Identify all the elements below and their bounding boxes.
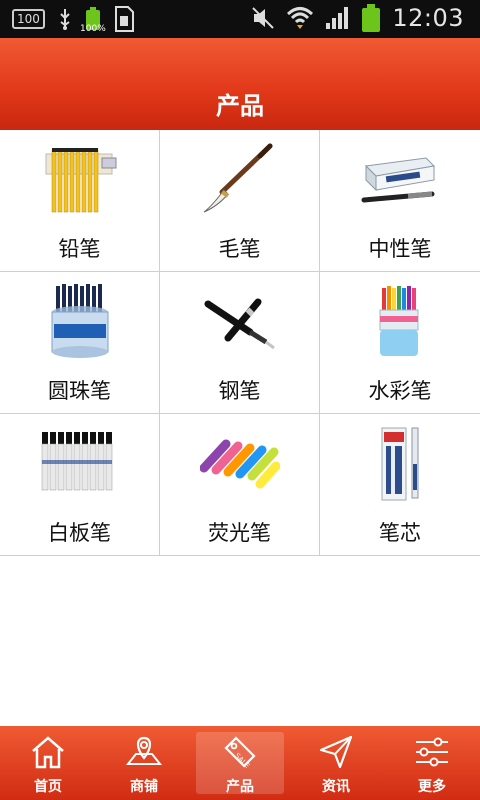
product-label: 荧光笔 — [208, 521, 271, 545]
ballpoint-pen-tub-image — [51, 284, 109, 358]
highlighter-set-image — [200, 439, 280, 489]
clock: 12:03 — [392, 4, 464, 32]
tab-more[interactable]: 更多 — [384, 726, 480, 800]
bottom-nav: 首页 商铺 SALE 产品 资讯 更多 — [0, 726, 480, 800]
product-label: 笔芯 — [379, 521, 421, 545]
product-label: 钢笔 — [218, 379, 261, 403]
gel-pen-box-image — [361, 157, 436, 203]
home-icon — [32, 736, 64, 769]
paper-plane-icon — [319, 735, 353, 769]
title-bar: 产品 — [0, 38, 480, 130]
tab-home[interactable]: 首页 — [0, 726, 96, 800]
pencil-box-image — [45, 148, 117, 213]
tab-label: 资讯 — [322, 779, 350, 795]
watercolor-pen-tub-image — [379, 286, 419, 356]
battery-small-icon: 100% — [80, 7, 106, 34]
status-bar: 100 100% 12:03 — [0, 0, 480, 38]
product-item-fountain-pen[interactable]: 钢笔 — [160, 272, 320, 413]
calligraphy-brush-image — [203, 143, 273, 213]
battery-icon — [360, 4, 382, 32]
product-item-gel-pen[interactable]: 中性笔 — [320, 130, 480, 271]
product-grid: 铅笔 毛笔 中性笔 圆珠笔 钢笔 水彩笔 白板笔 荧光笔 笔芯 — [0, 130, 480, 556]
sale-tag-icon: SALE — [224, 736, 256, 770]
product-label: 白板笔 — [48, 521, 111, 545]
sliders-icon — [416, 737, 448, 767]
svg-text:SALE: SALE — [233, 752, 251, 770]
usb-icon — [60, 9, 70, 30]
tab-label: 商铺 — [130, 779, 158, 795]
product-label: 水彩笔 — [368, 379, 432, 403]
product-item-pencil[interactable]: 铅笔 — [0, 130, 160, 271]
pen-refill-pack-image — [381, 427, 419, 501]
tab-label: 首页 — [34, 779, 62, 795]
product-label: 圆珠笔 — [48, 379, 111, 403]
tab-shops[interactable]: 商铺 — [96, 726, 192, 800]
wifi-icon — [287, 7, 314, 29]
product-item-refill[interactable]: 笔芯 — [320, 414, 480, 555]
product-item-ballpoint[interactable]: 圆珠笔 — [0, 272, 160, 413]
whiteboard-marker-set-image — [41, 432, 113, 491]
tab-label: 更多 — [418, 779, 446, 795]
product-item-highlighter[interactable]: 荧光笔 — [160, 414, 320, 555]
product-item-brush[interactable]: 毛笔 — [160, 130, 320, 271]
fountain-pen-image — [204, 298, 275, 350]
signal-chip: 100 — [12, 9, 45, 29]
product-item-whiteboard-marker[interactable]: 白板笔 — [0, 414, 160, 555]
sim-icon — [114, 6, 134, 32]
battery-small-percent: 100% — [80, 24, 106, 34]
map-shop-icon — [126, 736, 162, 765]
tab-label: 产品 — [226, 779, 254, 795]
product-label: 毛笔 — [218, 237, 261, 261]
product-label: 中性笔 — [368, 237, 432, 261]
tab-products[interactable]: SALE 产品 — [192, 726, 288, 800]
page-title: 产品 — [216, 92, 264, 120]
tab-news[interactable]: 资讯 — [288, 726, 384, 800]
product-item-watercolor[interactable]: 水彩笔 — [320, 272, 480, 413]
mute-icon — [252, 7, 275, 29]
product-label: 铅笔 — [58, 237, 101, 261]
cell-signal-icon — [326, 7, 349, 29]
